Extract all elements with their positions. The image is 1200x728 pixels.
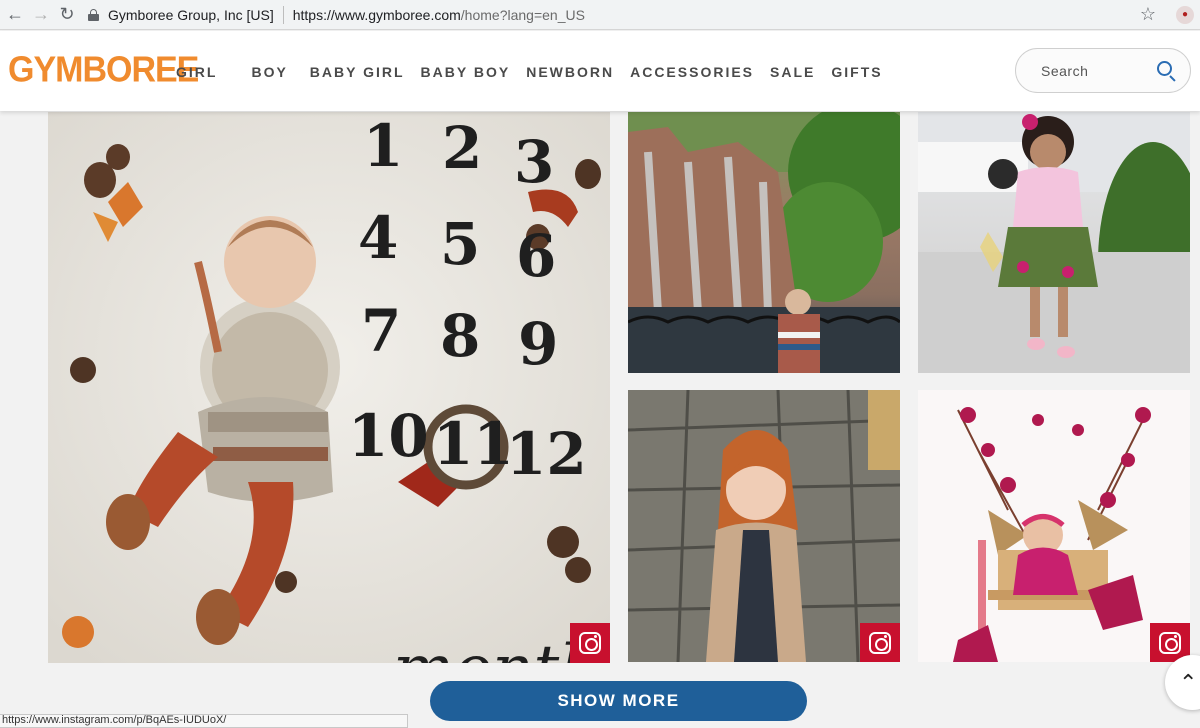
bookmark-star-icon[interactable]: ☆ — [1140, 4, 1156, 25]
site-header: GYMBOREE GIRL BOY BABY GIRL BABY BOY NEW… — [0, 31, 1200, 111]
gymboree-logo[interactable]: GYMBOREE — [8, 50, 199, 91]
url-text: https://www.gymboree.com/home?lang=en_US — [293, 7, 585, 23]
waterfall-photo — [628, 112, 900, 373]
nav-girl[interactable]: GIRL — [176, 64, 217, 80]
number-11: 11 — [433, 410, 514, 478]
instagram-photo-girl-wall[interactable] — [628, 390, 900, 662]
baby-flowers-photo — [918, 390, 1190, 662]
nav-accessories[interactable]: ACCESSORIES — [630, 64, 754, 80]
number-3: 3 — [514, 128, 555, 196]
scroll-to-top-button[interactable]: ⌃ — [1165, 655, 1200, 710]
number-9: 9 — [518, 310, 559, 378]
instagram-icon[interactable] — [860, 623, 900, 662]
profile-avatar-icon[interactable]: ● — [1176, 5, 1194, 24]
nav-baby-boy[interactable]: BABY BOY — [421, 64, 511, 80]
girl-pink-photo — [918, 112, 1190, 373]
instagram-photo-waterfall[interactable] — [628, 112, 900, 373]
back-icon[interactable]: ← — [4, 4, 26, 26]
chevron-up-icon: ⌃ — [1179, 669, 1198, 695]
show-more-button[interactable]: SHOW MORE — [430, 681, 807, 721]
main-nav: GIRL BOY BABY GIRL BABY BOY NEWBORN ACCE… — [176, 64, 899, 80]
number-2: 2 — [442, 114, 483, 182]
number-8: 8 — [440, 302, 481, 370]
number-5: 5 — [440, 210, 481, 278]
reload-icon[interactable]: ↻ — [56, 4, 78, 26]
search-icon[interactable] — [1156, 60, 1178, 82]
number-6: 6 — [516, 222, 557, 290]
instagram-photo-baby-flowers[interactable] — [918, 390, 1190, 662]
nav-newborn[interactable]: NEWBORN — [526, 64, 614, 80]
browser-toolbar: ← → ↻ Gymboree Group, Inc [US] https://w… — [0, 0, 1200, 30]
nav-baby-girl[interactable]: BABY GIRL — [310, 64, 405, 80]
lock-icon — [88, 8, 99, 21]
status-bar-url: https://www.instagram.com/p/BqAEs-IUDUoX… — [0, 714, 408, 728]
url-divider — [282, 5, 284, 24]
number-10: 10 — [348, 402, 429, 470]
search-box[interactable]: Search — [1015, 48, 1191, 93]
forward-icon[interactable]: → — [30, 4, 52, 26]
number-4: 4 — [358, 204, 399, 272]
url-path: /home?lang=en_US — [460, 6, 585, 23]
nav-gifts[interactable]: GIFTS — [831, 64, 882, 80]
number-1: 1 — [363, 112, 404, 180]
instagram-photo-girl-pink[interactable] — [918, 112, 1190, 373]
instagram-icon[interactable] — [570, 623, 610, 663]
instagram-photo-main[interactable]: 1 2 3 4 5 6 7 8 9 10 11 12 months — [48, 112, 610, 663]
number-12: 12 — [506, 420, 587, 488]
url-host: https://www.gymboree.com — [292, 6, 461, 23]
number-7: 7 — [361, 297, 402, 365]
address-bar[interactable]: Gymboree Group, Inc [US] https://www.gym… — [88, 2, 1140, 28]
girl-wall-photo — [628, 390, 900, 662]
search-input[interactable]: Search — [1041, 63, 1156, 79]
site-identity: Gymboree Group, Inc [US] — [108, 6, 274, 23]
nav-boy[interactable]: BOY — [251, 64, 287, 80]
nav-sale[interactable]: SALE — [770, 64, 815, 80]
